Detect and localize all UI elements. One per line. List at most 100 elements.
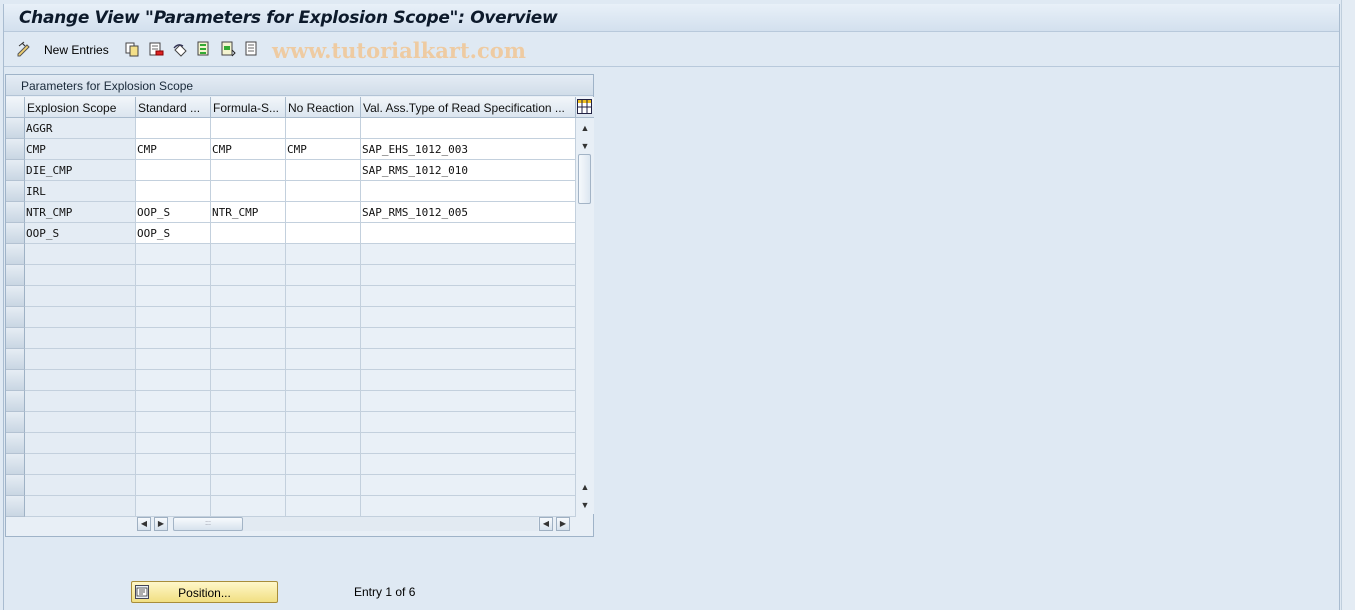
- table-cell[interactable]: [136, 454, 211, 475]
- table-cell[interactable]: [136, 328, 211, 349]
- row-selector[interactable]: [6, 286, 25, 307]
- table-cell[interactable]: [136, 244, 211, 265]
- table-cell[interactable]: [286, 118, 361, 139]
- table-cell[interactable]: [361, 349, 576, 370]
- table-cell[interactable]: CMP: [286, 139, 361, 160]
- scroll-up-icon[interactable]: ▲: [579, 122, 591, 134]
- column-header-explosion-scope[interactable]: Explosion Scope: [25, 97, 136, 118]
- table-cell[interactable]: CMP: [211, 139, 286, 160]
- table-cell[interactable]: OOP_S: [136, 223, 211, 244]
- table-cell[interactable]: [286, 244, 361, 265]
- table-cell[interactable]: [361, 370, 576, 391]
- deselect-all-icon[interactable]: [244, 41, 260, 57]
- row-selector[interactable]: [6, 349, 25, 370]
- table-cell[interactable]: [286, 370, 361, 391]
- table-cell[interactable]: [361, 307, 576, 328]
- table-cell[interactable]: [361, 496, 576, 517]
- table-cell[interactable]: [286, 223, 361, 244]
- table-cell[interactable]: SAP_RMS_1012_010: [361, 160, 576, 181]
- table-cell[interactable]: [286, 328, 361, 349]
- row-selector[interactable]: [6, 139, 25, 160]
- vertical-scrollbar[interactable]: ▲ ▼ ▲ ▼: [576, 118, 594, 514]
- row-selector[interactable]: [6, 433, 25, 454]
- table-cell[interactable]: [211, 475, 286, 496]
- column-header-formula[interactable]: Formula-S...: [211, 97, 286, 118]
- undo-icon[interactable]: [172, 41, 188, 57]
- table-cell[interactable]: [361, 412, 576, 433]
- scroll-left-end-icon[interactable]: ◀: [539, 517, 553, 531]
- table-cell[interactable]: [136, 412, 211, 433]
- table-cell[interactable]: [361, 433, 576, 454]
- table-cell[interactable]: [361, 181, 576, 202]
- scroll-right-end-icon[interactable]: ▶: [556, 517, 570, 531]
- table-cell[interactable]: [286, 349, 361, 370]
- table-cell[interactable]: [361, 223, 576, 244]
- table-cell[interactable]: [136, 286, 211, 307]
- table-cell[interactable]: [286, 496, 361, 517]
- row-selector[interactable]: [6, 244, 25, 265]
- row-selector[interactable]: [6, 265, 25, 286]
- table-cell[interactable]: [211, 328, 286, 349]
- column-header-val-ass-type[interactable]: Val. Ass.Type of Read Specification ...: [361, 97, 576, 118]
- horizontal-scroll-thumb[interactable]: :::: [173, 517, 243, 531]
- row-selector[interactable]: [6, 454, 25, 475]
- table-cell[interactable]: [136, 265, 211, 286]
- table-cell[interactable]: [361, 118, 576, 139]
- table-cell[interactable]: [361, 391, 576, 412]
- table-cell[interactable]: [211, 160, 286, 181]
- row-selector[interactable]: [6, 496, 25, 517]
- row-selector[interactable]: [6, 328, 25, 349]
- table-cell[interactable]: [211, 244, 286, 265]
- page-up-icon[interactable]: ▼: [579, 140, 591, 152]
- row-selector[interactable]: [6, 160, 25, 181]
- table-cell[interactable]: [361, 475, 576, 496]
- select-all-icon[interactable]: [196, 41, 212, 57]
- table-cell[interactable]: [211, 433, 286, 454]
- row-selector[interactable]: [6, 370, 25, 391]
- table-cell[interactable]: [211, 307, 286, 328]
- table-cell[interactable]: [361, 286, 576, 307]
- table-cell[interactable]: [211, 412, 286, 433]
- table-cell[interactable]: OOP_S: [136, 202, 211, 223]
- page-down-icon[interactable]: ▲: [579, 481, 591, 493]
- table-cell[interactable]: [361, 244, 576, 265]
- delete-icon[interactable]: [148, 41, 164, 57]
- table-cell[interactable]: [361, 454, 576, 475]
- table-settings-icon[interactable]: [576, 97, 594, 118]
- scroll-right-icon[interactable]: ▶: [154, 517, 168, 531]
- edit-toggle-icon[interactable]: [16, 41, 32, 57]
- table-cell[interactable]: [136, 160, 211, 181]
- table-cell[interactable]: [136, 370, 211, 391]
- column-header-no-reaction[interactable]: No Reaction: [286, 97, 361, 118]
- row-selector[interactable]: [6, 202, 25, 223]
- table-cell[interactable]: [286, 433, 361, 454]
- table-cell[interactable]: [211, 265, 286, 286]
- row-selector[interactable]: [6, 412, 25, 433]
- column-header-standard[interactable]: Standard ...: [136, 97, 211, 118]
- table-cell[interactable]: [136, 307, 211, 328]
- table-cell[interactable]: [211, 181, 286, 202]
- table-cell[interactable]: [361, 328, 576, 349]
- row-selector[interactable]: [6, 223, 25, 244]
- table-cell[interactable]: NTR_CMP: [211, 202, 286, 223]
- table-cell[interactable]: [211, 223, 286, 244]
- row-selector[interactable]: [6, 391, 25, 412]
- table-cell[interactable]: [286, 202, 361, 223]
- table-cell[interactable]: [136, 349, 211, 370]
- table-cell[interactable]: [136, 391, 211, 412]
- table-cell[interactable]: [136, 433, 211, 454]
- table-cell[interactable]: [211, 370, 286, 391]
- horizontal-scroll-track[interactable]: :::: [173, 517, 538, 531]
- table-cell[interactable]: CMP: [136, 139, 211, 160]
- table-cell[interactable]: [211, 496, 286, 517]
- table-cell[interactable]: [286, 286, 361, 307]
- horizontal-scrollbar[interactable]: ◀ ▶ ::: ◀ ▶: [6, 517, 594, 533]
- table-cell[interactable]: [136, 118, 211, 139]
- vertical-scroll-thumb[interactable]: [578, 154, 591, 204]
- table-cell[interactable]: SAP_RMS_1012_005: [361, 202, 576, 223]
- new-entries-button[interactable]: New Entries: [44, 43, 109, 57]
- row-selector[interactable]: [6, 307, 25, 328]
- table-cell[interactable]: [286, 160, 361, 181]
- table-cell[interactable]: [136, 496, 211, 517]
- table-cell[interactable]: [286, 454, 361, 475]
